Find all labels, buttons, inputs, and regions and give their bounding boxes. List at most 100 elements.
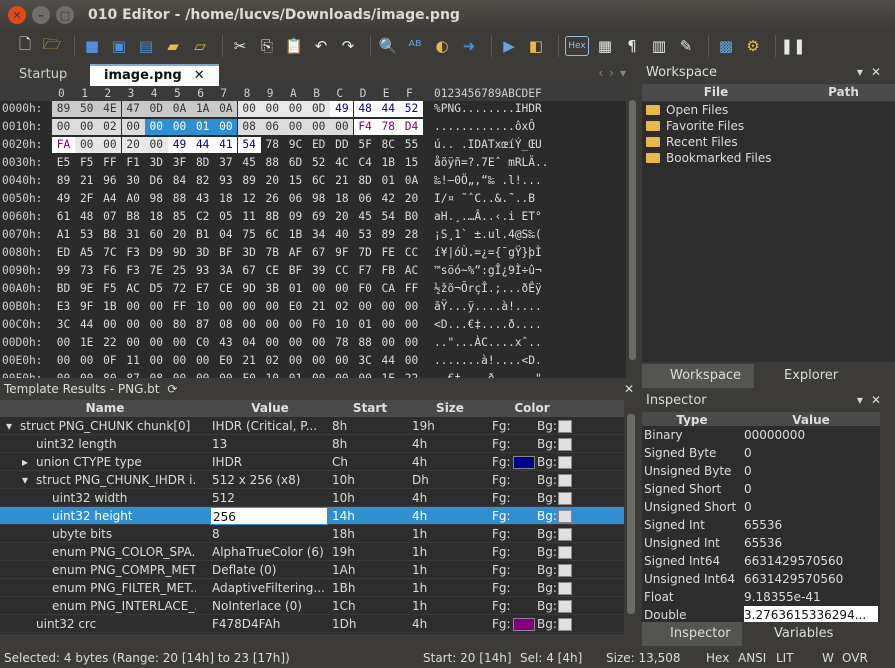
minimize-window-icon[interactable]: –: [32, 6, 50, 24]
hex-byte[interactable]: D4: [400, 119, 423, 135]
tab-explorer[interactable]: Explorer: [756, 364, 876, 388]
hex-byte[interactable]: 6D: [284, 155, 307, 171]
hex-byte[interactable]: 00: [400, 299, 423, 315]
col-name[interactable]: Name: [0, 401, 210, 415]
highlight-icon[interactable]: ✎: [675, 35, 697, 57]
hex-byte[interactable]: 00: [330, 371, 353, 378]
ascii-text[interactable]: .."...ÀC....xˆ..: [434, 335, 542, 351]
ascii-text[interactable]: ............ôxÔ: [434, 119, 535, 135]
hex-byte[interactable]: 04: [214, 227, 237, 243]
table-row[interactable]: uint32 height 256 14h 4h Fg: Bg:: [0, 507, 624, 525]
hex-byte[interactable]: 00: [377, 299, 400, 315]
hex-row[interactable]: 00F0h:0000808708000000F010010000001E22..…: [0, 371, 626, 378]
inspector-row[interactable]: Float 9.18355e-41: [642, 588, 880, 606]
hex-byte[interactable]: 45: [238, 155, 261, 171]
hex-row[interactable]: 00A0h: BD 9E F5 AC D5 72 E7 CE 9D 3B 01 00 00 F0 CA FF ½ž…: [0, 281, 626, 297]
hex-byte[interactable]: E3: [52, 299, 75, 315]
save-as-icon[interactable]: ▣: [108, 35, 130, 57]
fg-color-swatch[interactable]: [513, 456, 535, 469]
hex-byte[interactable]: 52: [307, 155, 330, 171]
hex-byte[interactable]: 00: [284, 101, 307, 117]
hex-byte[interactable]: F3: [122, 245, 145, 261]
hex-byte[interactable]: 00: [400, 335, 423, 351]
field-value[interactable]: 13: [210, 435, 328, 453]
hex-byte[interactable]: 6C: [307, 173, 330, 189]
hex-byte[interactable]: 75: [238, 227, 261, 243]
hex-byte[interactable]: 11: [238, 209, 261, 225]
status-mode[interactable]: Hex: [706, 648, 729, 668]
workspace-item-bookmarked-files[interactable]: Bookmarked Files: [646, 150, 772, 166]
hex-byte[interactable]: 88: [354, 335, 377, 351]
hex-byte[interactable]: 7D: [354, 245, 377, 261]
hex-byte[interactable]: C2: [191, 209, 214, 225]
inspector-row[interactable]: Signed Int 65536: [642, 516, 880, 534]
open-workspace-icon[interactable]: ▰: [162, 35, 184, 57]
pause-icon[interactable]: ❚❚: [780, 35, 805, 57]
hex-byte[interactable]: 30: [122, 173, 145, 189]
open-folder-icon[interactable]: 🗁: [41, 35, 63, 57]
inspector-row[interactable]: Signed Byte 0: [642, 444, 880, 462]
hex-byte[interactable]: 72: [168, 281, 191, 297]
hex-byte[interactable]: B0: [400, 209, 423, 225]
hex-byte[interactable]: 3D: [145, 155, 168, 171]
hex-byte[interactable]: 0A: [400, 173, 423, 189]
hex-byte[interactable]: 00: [98, 317, 121, 333]
ascii-text[interactable]: ú.. .IDATxœíÝ_ŒU: [434, 137, 542, 153]
hex-byte[interactable]: 93: [191, 263, 214, 279]
hex-byte[interactable]: 00: [330, 353, 353, 369]
columns-icon[interactable]: ▦: [594, 35, 616, 57]
refresh-icon[interactable]: ⟳: [167, 382, 177, 396]
status-endian[interactable]: LIT: [776, 648, 794, 668]
hex-byte[interactable]: 61: [52, 209, 75, 225]
hex-byte[interactable]: 28: [400, 227, 423, 243]
hex-byte[interactable]: D6: [145, 173, 168, 189]
hex-row[interactable]: 0080h: ED A5 7C F3 D9 9D 3D BF 3D 7B AF 67 9F 7D FE CC í¥…: [0, 245, 626, 261]
hex-byte[interactable]: 44: [191, 137, 215, 153]
hex-byte[interactable]: 00: [261, 317, 284, 333]
hex-byte[interactable]: ED: [52, 245, 75, 261]
inspector-value[interactable]: 9.18355e-41: [744, 588, 878, 606]
hex-byte[interactable]: 04: [238, 335, 261, 351]
hex-byte[interactable]: 22: [98, 335, 121, 351]
hex-byte[interactable]: 60: [145, 227, 168, 243]
paste-icon[interactable]: 📋: [283, 35, 305, 57]
hex-byte[interactable]: 06: [354, 191, 377, 207]
ascii-text[interactable]: ½žõ¬ÕrçÎ.;...ðÊÿ: [434, 281, 542, 297]
col-size[interactable]: Size: [410, 401, 490, 415]
copy-icon[interactable]: ⎘: [256, 35, 278, 57]
hex-byte[interactable]: 3D: [238, 245, 261, 261]
save-icon[interactable]: ■: [81, 35, 103, 57]
hex-byte[interactable]: 54: [377, 209, 400, 225]
ascii-text[interactable]: åõÿñ=?.7Eˆ mRLÄ..: [434, 155, 549, 171]
hex-byte[interactable]: 15: [284, 173, 307, 189]
hex-byte[interactable]: 3A: [214, 263, 237, 279]
hex-byte[interactable]: 93: [214, 173, 237, 189]
field-value[interactable]: F478D4FAh: [210, 615, 328, 633]
hex-byte[interactable]: CC: [400, 245, 423, 261]
hex-byte[interactable]: 3F: [168, 155, 191, 171]
table-row[interactable]: enum PNG_COMPR_MET... Deflate (0) 1Ah 1h Fg:…: [0, 561, 624, 579]
bg-color-swatch[interactable]: [558, 492, 572, 505]
hex-byte[interactable]: F4: [353, 119, 377, 135]
hex-byte[interactable]: B8: [98, 227, 121, 243]
new-file-icon[interactable]: 🗋: [14, 35, 36, 57]
hex-byte[interactable]: 9D: [238, 281, 261, 297]
hex-byte[interactable]: 00: [307, 353, 330, 369]
bg-color-swatch[interactable]: [558, 618, 572, 631]
hex-byte[interactable]: 52: [400, 101, 423, 117]
inspector-row[interactable]: Signed Short 0: [642, 480, 880, 498]
hex-byte[interactable]: C0: [191, 335, 214, 351]
hex-byte[interactable]: 49: [168, 137, 191, 153]
hex-byte[interactable]: 00: [52, 353, 75, 369]
collapse-arrow-icon[interactable]: ▾: [22, 471, 28, 489]
hex-byte[interactable]: E0: [214, 353, 237, 369]
hex-row[interactable]: 0060h: 61 48 07 B8 18 85 C2 05 11 8B 09 69 20 45 54 B0 aH…: [0, 209, 626, 225]
hex-byte[interactable]: AC: [122, 281, 145, 297]
inspector-row[interactable]: Binary 00000000: [642, 426, 880, 444]
hex-byte[interactable]: 47: [121, 101, 145, 117]
undo-icon[interactable]: ↶: [310, 35, 332, 57]
inspector-row[interactable]: Unsigned Int 65536: [642, 534, 880, 552]
hex-byte[interactable]: CA: [377, 281, 400, 297]
hex-byte[interactable]: 08: [214, 317, 237, 333]
ascii-text[interactable]: ¡S¸1` ±.ul.4@S‰(: [434, 227, 542, 243]
